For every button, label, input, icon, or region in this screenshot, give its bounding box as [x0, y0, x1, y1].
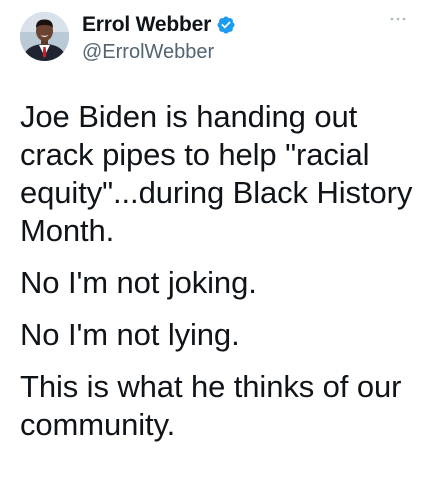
tweet-header: Errol Webber @ErrolWebber: [20, 10, 410, 70]
tweet-paragraph: No I'm not joking.: [20, 265, 257, 300]
verified-badge-icon: [216, 15, 236, 35]
tweet-paragraph: Joe Biden is handing out crack pipes to …: [20, 99, 413, 248]
tweet-paragraph: This is what he thinks of our community.: [20, 369, 402, 442]
author-identity: Errol Webber @ErrolWebber: [82, 12, 236, 64]
avatar[interactable]: [20, 12, 69, 61]
tweet-paragraph: No I'm not lying.: [20, 317, 240, 352]
tweet-card: Errol Webber @ErrolWebber Joe Biden is h…: [0, 0, 430, 500]
tweet-text: Joe Biden is handing out crack pipes to …: [20, 98, 415, 458]
avatar-image: [20, 12, 69, 61]
author-display-name[interactable]: Errol Webber: [82, 13, 211, 37]
author-handle[interactable]: @ErrolWebber: [82, 41, 236, 64]
more-options-icon[interactable]: [386, 10, 410, 28]
name-row: Errol Webber: [82, 12, 236, 38]
